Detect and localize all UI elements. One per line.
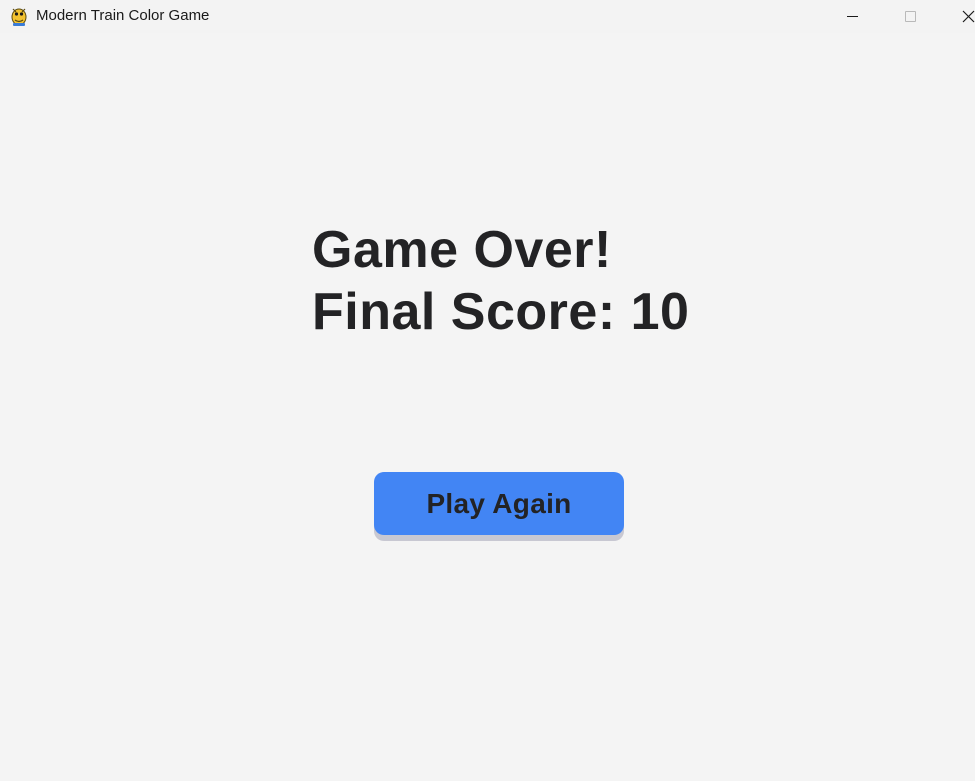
minimize-icon <box>846 16 858 17</box>
window-title: Modern Train Color Game <box>36 7 210 24</box>
title-bar[interactable]: Modern Train Color Game <box>0 0 975 33</box>
maximize-button[interactable] <box>887 0 933 33</box>
close-icon <box>962 10 975 23</box>
minimize-button[interactable] <box>829 0 875 33</box>
close-button[interactable] <box>945 0 975 33</box>
play-again-label: Play Again <box>426 487 572 519</box>
maximize-icon <box>904 11 916 22</box>
play-again-button[interactable]: Play Again <box>374 472 624 535</box>
final-score-text: Final Score: 10 <box>312 283 690 341</box>
game-over-heading: Game Over! <box>312 221 612 279</box>
game-canvas: Game Over! Final Score: 10 Play Again <box>0 33 975 781</box>
app-window: Modern Train Color Game Game Over! Final… <box>0 0 975 781</box>
pygame-snake-icon <box>11 8 27 26</box>
